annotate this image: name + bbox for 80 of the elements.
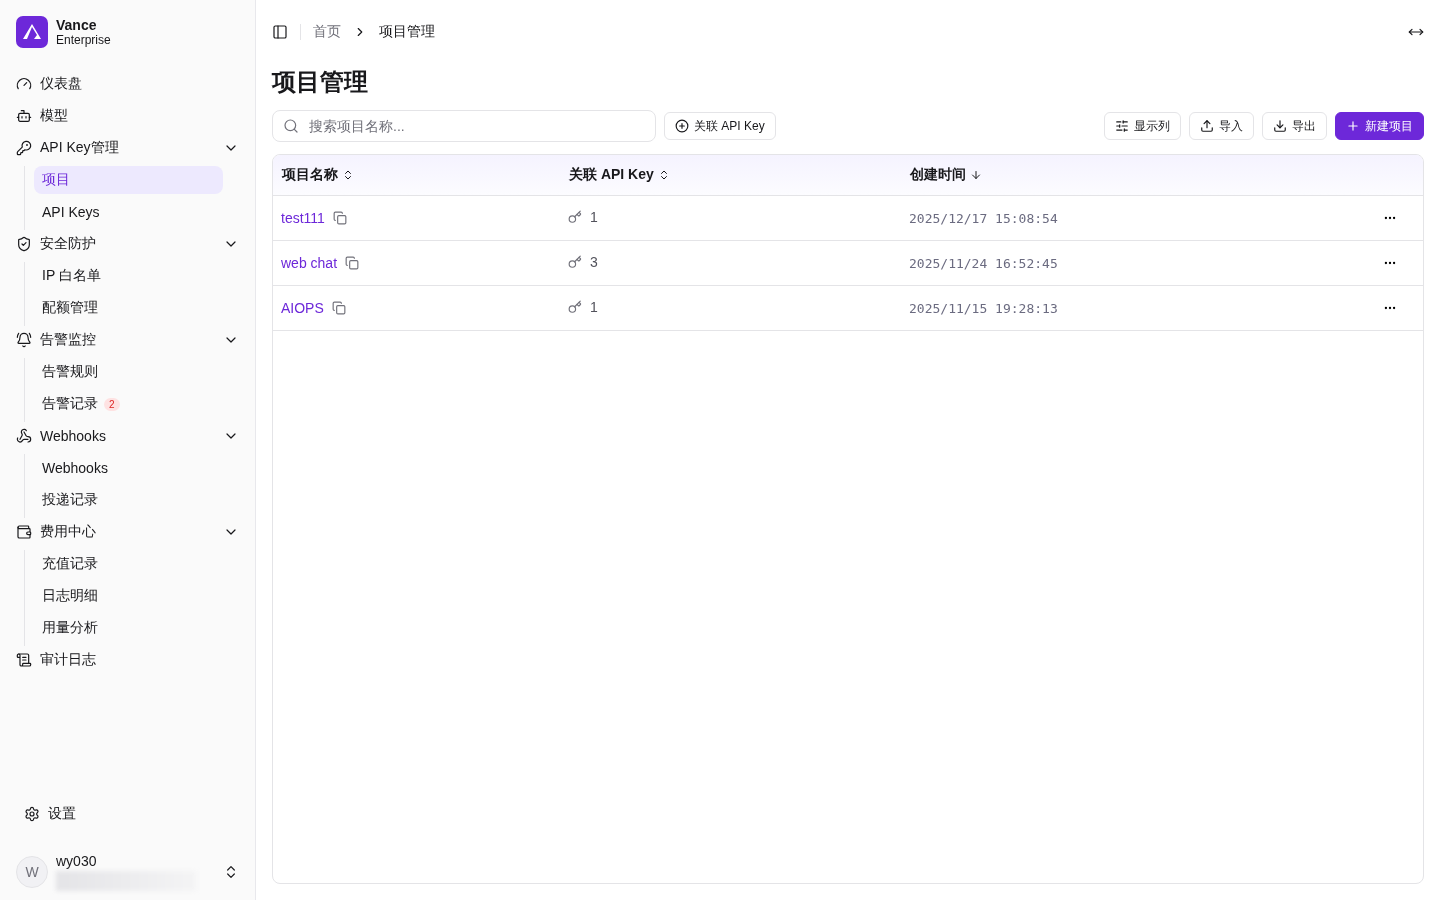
nav-icon: [16, 524, 32, 540]
nav-subitem[interactable]: 配额管理: [34, 294, 223, 322]
nav-item[interactable]: 仪表盘: [16, 70, 239, 98]
nav-subitem-label: Webhooks: [42, 460, 108, 476]
breadcrumb-item: 项目管理: [379, 23, 435, 41]
column-header[interactable]: 项目名称: [282, 165, 354, 184]
nav-subitem[interactable]: IP 白名单: [34, 262, 223, 290]
nav-subitem-label: 配额管理: [42, 299, 98, 317]
nav-subitem-label: 项目: [42, 171, 70, 189]
project-link[interactable]: web chat: [281, 254, 338, 271]
nav-subitem-label: 日志明细: [42, 587, 98, 605]
nav-subitem[interactable]: 告警规则: [34, 358, 223, 386]
nav-item[interactable]: 安全防护: [16, 230, 239, 258]
nav-item[interactable]: 告警监控: [16, 326, 239, 354]
button-icon: [1200, 119, 1214, 133]
nav-subitem[interactable]: 告警记录 2: [34, 390, 223, 418]
plus-circle-icon: [675, 119, 689, 133]
nav-subitem-label: 用量分析: [42, 619, 98, 637]
page-title: 项目管理: [272, 67, 369, 97]
nav-subitem[interactable]: 投递记录: [34, 486, 223, 514]
copy-icon[interactable]: [332, 210, 347, 225]
breadcrumb-item[interactable]: 首页: [313, 23, 341, 41]
created-time: 2025/11/15 19:28:13: [909, 300, 1058, 316]
nav-item[interactable]: Webhooks: [16, 422, 239, 450]
nav-icon: [16, 236, 32, 252]
project-link[interactable]: test111: [281, 209, 325, 226]
key-icon: [568, 299, 582, 314]
user-avatar: W: [16, 856, 48, 888]
toolbar-button[interactable]: 新建项目: [1335, 112, 1424, 140]
nav-subitem[interactable]: 用量分析: [34, 614, 223, 642]
search-icon: [283, 118, 299, 134]
nav-subitem-label: 告警记录: [42, 395, 98, 413]
nav-item[interactable]: 模型: [16, 102, 239, 130]
key-count: 1: [590, 298, 598, 315]
toolbar-button[interactable]: 导入: [1189, 112, 1254, 140]
settings-icon: [24, 806, 40, 822]
button-icon: [1115, 119, 1129, 133]
button-icon: [1273, 119, 1287, 133]
toolbar-button[interactable]: 导出: [1262, 112, 1327, 140]
count-badge: 2: [104, 397, 120, 411]
key-icon: [568, 209, 582, 224]
nav-icon: [16, 108, 32, 124]
nav-icon: [16, 332, 32, 348]
nav-icon: [16, 652, 32, 668]
nav-item[interactable]: API Key管理: [16, 134, 239, 162]
column-header[interactable]: 关联 API Key: [569, 165, 670, 184]
search-field[interactable]: 搜索项目名称...: [272, 110, 656, 142]
brand-plan: Enterprise: [56, 33, 111, 47]
nav-icon: [16, 428, 32, 444]
key-count: 1: [590, 208, 598, 225]
nav-item[interactable]: 费用中心: [16, 518, 239, 546]
created-time: 2025/11/24 16:52:45: [909, 255, 1058, 271]
button-icon: [1346, 119, 1360, 133]
project-link[interactable]: AIOPS: [281, 299, 324, 316]
nav-subitem-label: 投递记录: [42, 491, 98, 509]
nav-subitem-label: IP 白名单: [42, 267, 101, 285]
nav-icon: [16, 140, 32, 156]
created-time: 2025/12/17 15:08:54: [909, 210, 1058, 226]
nav-item[interactable]: 审计日志: [16, 646, 239, 674]
nav-subitem[interactable]: API Keys: [34, 198, 223, 226]
key-icon: [568, 254, 582, 269]
copy-icon[interactable]: [331, 300, 346, 315]
nav-icon: [16, 76, 32, 92]
toolbar-button[interactable]: 显示列: [1104, 112, 1181, 140]
nav-subitem[interactable]: 日志明细: [34, 582, 223, 610]
link-api-key-button[interactable]: 关联 API Key: [664, 112, 776, 140]
settings-item[interactable]: 设置: [16, 800, 239, 828]
nav-subitem-label: 充值记录: [42, 555, 98, 573]
nav-subitem[interactable]: 充值记录: [34, 550, 223, 578]
key-count: 3: [590, 253, 598, 270]
nav-subitem-label: API Keys: [42, 204, 100, 220]
sidebar-toggle-icon[interactable]: [272, 24, 288, 40]
nav-subitem[interactable]: 项目: [34, 166, 223, 194]
nav-subitem-label: 告警规则: [42, 363, 98, 381]
nav-subitem[interactable]: Webhooks: [34, 454, 223, 482]
copy-icon[interactable]: [345, 255, 360, 270]
column-header[interactable]: 创建时间: [910, 165, 982, 184]
brand-logo: [16, 16, 48, 48]
brand-name: Vance: [56, 17, 98, 33]
user-name: wy030: [56, 853, 98, 869]
